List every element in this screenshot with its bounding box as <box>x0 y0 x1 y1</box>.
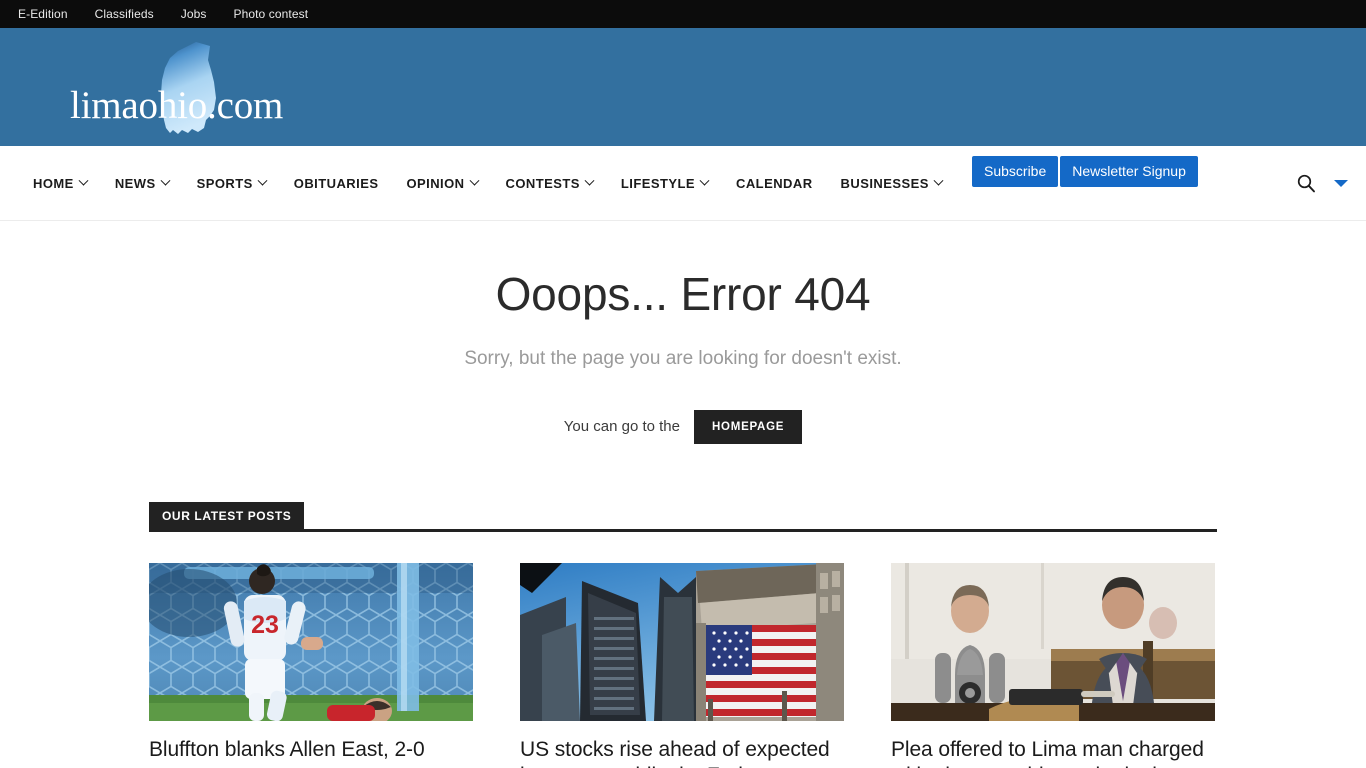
nav-item-label: LIFESTYLE <box>620 175 695 191</box>
site-logo-text: limaohio.com <box>70 84 284 127</box>
nyse-flag-photo <box>520 562 844 721</box>
section-header: OUR LATEST POSTS <box>149 502 1217 532</box>
nav-item-calendar[interactable]: CALENDAR <box>736 176 813 191</box>
svg-text:23: 23 <box>251 611 279 639</box>
header-cta-group: Subscribe Newsletter Signup <box>972 156 1198 187</box>
nav-item-lifestyle[interactable]: LIFESTYLE <box>620 175 710 191</box>
error-404-block: Ooops... Error 404 Sorry, but the page y… <box>0 221 1366 444</box>
nav-item-label: OBITUARIES <box>293 175 379 191</box>
newsletter-signup-button[interactable]: Newsletter Signup <box>1060 156 1198 187</box>
chevron-down-icon <box>78 175 89 186</box>
post-title[interactable]: US stocks rise ahead of expected interes… <box>520 737 844 768</box>
nav-item-label: OPINION <box>406 175 465 191</box>
post-thumbnail[interactable] <box>891 562 1215 721</box>
nav-item-label: SPORTS <box>196 175 253 191</box>
courtroom-photo <box>891 562 1215 721</box>
nav-item-label: CALENDAR <box>736 175 813 191</box>
chevron-down-icon <box>257 175 268 186</box>
nav-item-obituaries[interactable]: OBITUARIES <box>294 176 379 191</box>
topbar-link-classifieds[interactable]: Classifieds <box>95 0 154 28</box>
latest-posts-section: OUR LATEST POSTS 23 Bluffton blanks Alle… <box>149 444 1217 768</box>
error-action-text: You can go to the <box>563 418 680 436</box>
topbar-link-e-edition[interactable]: E-Edition <box>18 0 68 28</box>
chevron-down-icon <box>584 175 595 186</box>
post-card: Plea offered to Lima man charged with ph… <box>891 562 1215 768</box>
chevron-down-icon <box>469 175 479 186</box>
post-card: 23 Bluffton blanks Allen East, 2-0 <box>149 562 473 768</box>
nav-item-home[interactable]: HOME <box>33 175 89 191</box>
search-icon[interactable] <box>1296 173 1316 193</box>
nav-item-label: BUSINESSES <box>840 175 929 191</box>
post-thumbnail[interactable]: 23 <box>149 562 473 721</box>
subscribe-button[interactable]: Subscribe <box>972 156 1059 187</box>
homepage-button[interactable]: HOMEPAGE <box>693 409 803 444</box>
caret-down-icon[interactable] <box>1334 179 1348 187</box>
nav-item-label: CONTESTS <box>505 175 580 191</box>
error-action-row: You can go to the HOMEPAGE <box>0 409 1366 444</box>
site-logo[interactable]: limaohio.com <box>70 42 370 138</box>
nav-item-opinion[interactable]: OPINION <box>406 175 479 191</box>
nav-right-tools <box>1296 173 1348 193</box>
nav-item-label: NEWS <box>114 175 156 191</box>
posts-grid: 23 Bluffton blanks Allen East, 2-0 US st… <box>149 562 1217 768</box>
post-title[interactable]: Bluffton blanks Allen East, 2-0 <box>149 737 473 764</box>
site-masthead: limaohio.com <box>0 28 1366 146</box>
topbar-link-photo-contest[interactable]: Photo contest <box>233 0 308 28</box>
nav-item-sports[interactable]: SPORTS <box>196 175 268 191</box>
section-title: OUR LATEST POSTS <box>149 502 305 531</box>
chevron-down-icon <box>933 175 944 186</box>
nav-item-label: HOME <box>33 175 74 191</box>
error-subtitle: Sorry, but the page you are looking for … <box>464 347 902 369</box>
soccer-goal-photo: 23 <box>149 562 473 721</box>
top-utility-bar: E-Edition Classifieds Jobs Photo contest <box>0 0 1366 28</box>
post-thumbnail[interactable] <box>520 562 844 721</box>
nav-item-businesses[interactable]: BUSINESSES <box>840 175 944 191</box>
post-title[interactable]: Plea offered to Lima man charged with ph… <box>891 737 1215 768</box>
nav-item-news[interactable]: NEWS <box>114 175 171 191</box>
nav-item-contests[interactable]: CONTESTS <box>505 175 595 191</box>
chevron-down-icon <box>160 175 171 186</box>
post-card: US stocks rise ahead of expected interes… <box>520 562 844 768</box>
chevron-down-icon <box>699 175 710 186</box>
error-title: Ooops... Error 404 <box>495 268 871 320</box>
nav-item-list: HOME NEWS SPORTS OBITUARIES OPINION CONT… <box>0 175 970 191</box>
topbar-link-jobs[interactable]: Jobs <box>181 0 207 28</box>
